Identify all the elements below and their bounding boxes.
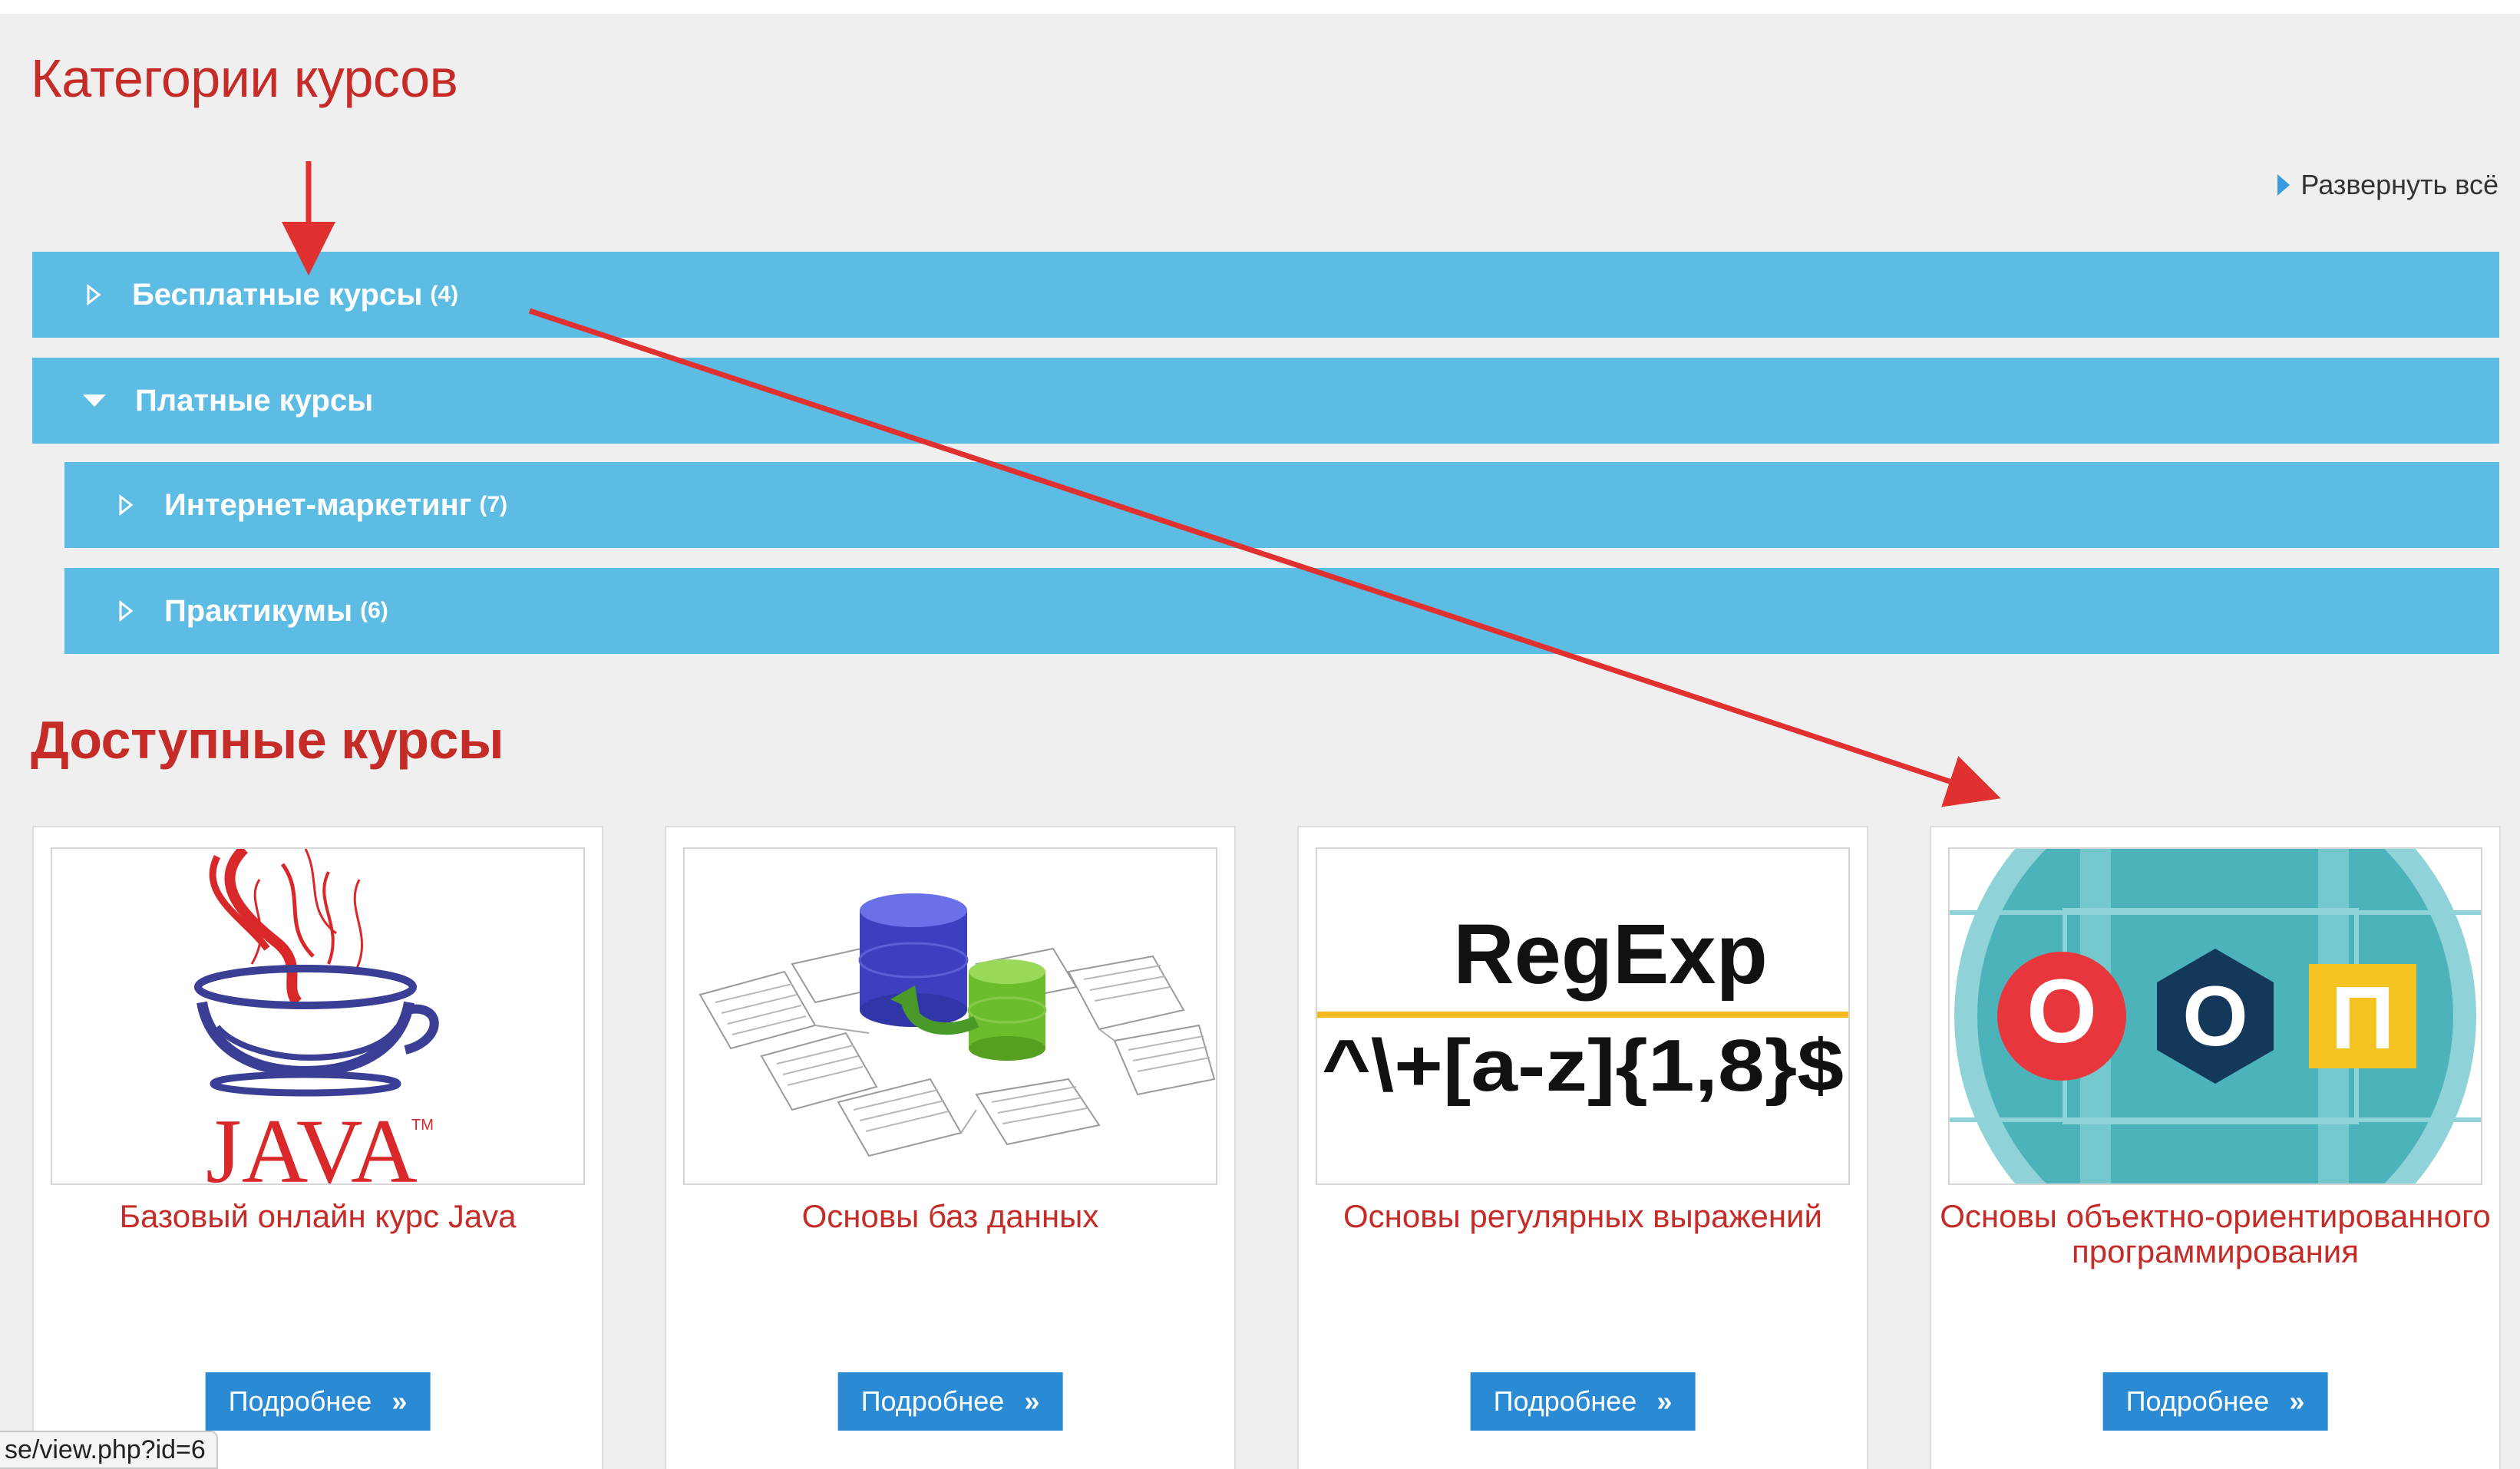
course-title[interactable]: Базовый онлайн курс Java [41, 1199, 594, 1234]
triangle-right-icon [2277, 174, 2290, 196]
details-button[interactable]: Подробнее » [205, 1372, 431, 1431]
course-image-oop[interactable]: О О П [1948, 847, 2482, 1185]
expand-all-link[interactable]: Развернуть всё [2277, 169, 2499, 201]
category-internet-marketing[interactable]: Интернет-маркетинг (7) [64, 462, 2499, 548]
category-label: Практикумы [164, 593, 353, 628]
course-image-regexp[interactable]: RegExp ^\+[a-z]{1,8}$ [1316, 847, 1850, 1185]
course-title[interactable]: Основы объектно-ориентированного програм… [1939, 1199, 2492, 1269]
course-image-java[interactable]: JAVA TM [51, 847, 585, 1185]
category-label: Интернет-маркетинг [164, 487, 472, 522]
oop-letter: О [2182, 969, 2248, 1064]
course-card-regexp: RegExp ^\+[a-z]{1,8}$ Основы регулярных … [1297, 826, 1868, 1469]
category-practicums[interactable]: Практикумы (6) [64, 568, 2499, 654]
category-count: (6) [360, 598, 388, 623]
category-label: Платные курсы [135, 383, 374, 418]
page: Категории курсов Развернуть всё Бесплатн… [0, 0, 2520, 1469]
details-button-label: Подробнее [228, 1385, 372, 1417]
double-chevron-right-icon: » [1656, 1385, 1673, 1417]
details-button[interactable]: Подробнее » [837, 1372, 1063, 1431]
course-card-oop: О О П Основы объектно-ориентированного п… [1930, 826, 2501, 1469]
double-chevron-right-icon: » [391, 1385, 408, 1417]
details-button[interactable]: Подробнее » [2102, 1372, 2328, 1431]
course-title[interactable]: Основы регулярных выражений [1306, 1199, 1859, 1234]
expand-all-label: Развернуть всё [2300, 169, 2499, 200]
database-diagram-icon [699, 893, 1216, 1157]
course-card-java: JAVA TM Базовый онлайн курс Java Подробн… [32, 826, 603, 1469]
oop-letter: О [2026, 961, 2097, 1062]
details-button[interactable]: Подробнее » [1470, 1372, 1696, 1431]
categories-heading: Категории курсов [31, 48, 458, 108]
status-bar-url: se/view.php?id=6 [0, 1431, 218, 1469]
course-image-databases[interactable] [683, 847, 1217, 1185]
top-strip [0, 0, 2520, 14]
regexp-banner-icon: RegExp ^\+[a-z]{1,8}$ [1317, 849, 1848, 1183]
course-card-databases: Основы баз данных Подробнее » [665, 826, 1236, 1469]
details-button-label: Подробнее [860, 1385, 1005, 1417]
triangle-collapsed-icon [119, 494, 134, 516]
category-label: Бесплатные курсы [132, 277, 423, 312]
double-chevron-right-icon: » [2289, 1385, 2305, 1417]
triangle-collapsed-icon [87, 284, 101, 305]
double-chevron-right-icon: » [1024, 1385, 1040, 1417]
svg-text:TM: TM [411, 1117, 434, 1134]
available-courses-heading: Доступные курсы [31, 710, 504, 770]
regexp-pattern: ^\+[a-z]{1,8}$ [1322, 1025, 1844, 1107]
regexp-heading: RegExp [1453, 907, 1768, 1002]
triangle-expanded-icon [83, 394, 106, 407]
category-count: (7) [479, 492, 508, 517]
course-title[interactable]: Основы баз данных [674, 1199, 1227, 1234]
java-wordmark: JAVA [206, 1100, 418, 1183]
category-free-courses[interactable]: Бесплатные курсы (4) [32, 252, 2499, 338]
category-paid-courses[interactable]: Платные курсы [32, 358, 2499, 444]
java-logo-icon: JAVA TM [194, 849, 439, 1183]
details-button-label: Подробнее [1493, 1385, 1637, 1417]
oop-letter: П [2330, 968, 2394, 1068]
details-button-label: Подробнее [2125, 1385, 2270, 1417]
oop-badge-icon: О О П [1950, 849, 2481, 1183]
category-count: (4) [430, 282, 459, 307]
triangle-collapsed-icon [119, 600, 134, 622]
